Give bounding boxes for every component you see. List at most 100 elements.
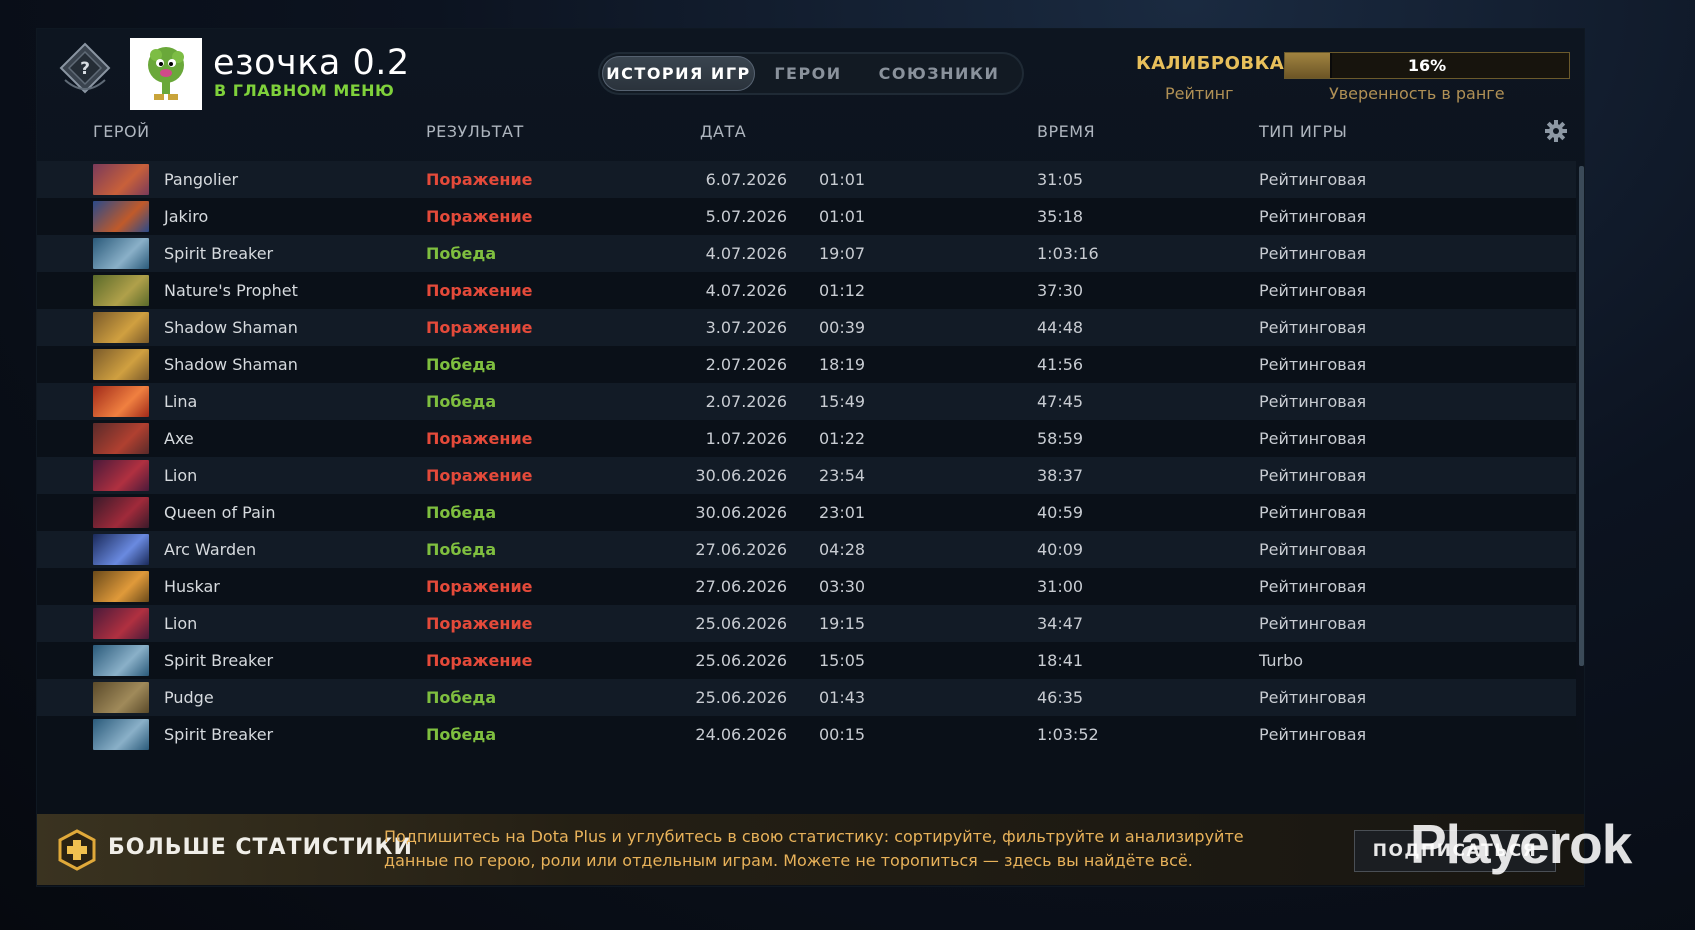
dota-plus-promo: БОЛЬШЕ СТАТИСТИКИ Подпишитесь на Dota Pl…	[37, 814, 1584, 885]
match-duration: 40:09	[1037, 540, 1084, 559]
match-result: Победа	[426, 355, 497, 374]
match-date: 5.07.2026	[705, 207, 787, 226]
column-header-mode[interactable]: ТИП ИГРЫ	[1259, 122, 1347, 141]
match-start-time: 23:01	[819, 503, 866, 522]
match-history-panel: ? езочка 0.2 В ГЛАВНОМ МЕНЮ ИСТОРИЯ ИГР …	[37, 29, 1584, 886]
table-row[interactable]: Lion Поражение 25.06.2026 19:15 34:47 Ре…	[37, 605, 1576, 642]
hero-portrait	[93, 571, 149, 602]
match-result: Поражение	[426, 577, 533, 596]
gear-icon[interactable]	[1544, 119, 1568, 143]
table-row[interactable]: Axe Поражение 1.07.2026 01:22 58:59 Рейт…	[37, 420, 1576, 457]
calibration-label: КАЛИБРОВКА	[1136, 53, 1285, 74]
hero-name: Pangolier	[164, 170, 239, 189]
column-header-hero[interactable]: ГЕРОЙ	[93, 122, 150, 141]
match-duration: 34:47	[1037, 614, 1084, 633]
match-date: 6.07.2026	[705, 170, 787, 189]
hero-portrait	[93, 608, 149, 639]
watermark: Playerok	[1410, 813, 1632, 875]
table-row[interactable]: Spirit Breaker Поражение 25.06.2026 15:0…	[37, 642, 1576, 679]
match-duration: 35:18	[1037, 207, 1084, 226]
svg-text:?: ?	[80, 59, 90, 79]
match-result: Поражение	[426, 466, 533, 485]
hero-portrait	[93, 497, 149, 528]
match-date: 4.07.2026	[705, 281, 787, 300]
match-start-time: 19:07	[819, 244, 866, 263]
hero-name: Jakiro	[164, 207, 209, 226]
match-date: 1.07.2026	[705, 429, 787, 448]
hero-name: Lion	[164, 614, 198, 633]
hero-name: Queen of Pain	[164, 503, 276, 522]
column-header-result[interactable]: РЕЗУЛЬТАТ	[426, 122, 524, 141]
table-row[interactable]: Arc Warden Победа 27.06.2026 04:28 40:09…	[37, 531, 1576, 568]
match-duration: 46:35	[1037, 688, 1084, 707]
match-result: Победа	[426, 244, 497, 263]
tab-bar: ИСТОРИЯ ИГР ГЕРОИ СОЮЗНИКИ	[598, 52, 1024, 95]
match-duration: 47:45	[1037, 392, 1084, 411]
tab-allies[interactable]: СОЮЗНИКИ	[860, 56, 1018, 91]
hero-name: Arc Warden	[164, 540, 257, 559]
match-date: 4.07.2026	[705, 244, 787, 263]
match-start-time: 01:43	[819, 688, 866, 707]
match-result: Победа	[426, 725, 497, 744]
hero-name: Lion	[164, 466, 198, 485]
hero-portrait	[93, 386, 149, 417]
table-row[interactable]: Nature's Prophet Поражение 4.07.2026 01:…	[37, 272, 1576, 309]
table-row[interactable]: Spirit Breaker Победа 24.06.2026 00:15 1…	[37, 716, 1576, 753]
match-duration: 44:48	[1037, 318, 1084, 337]
hero-portrait	[93, 460, 149, 491]
game-mode: Рейтинговая	[1259, 355, 1367, 374]
table-row[interactable]: Queen of Pain Победа 30.06.2026 23:01 40…	[37, 494, 1576, 531]
table-row[interactable]: Spirit Breaker Победа 4.07.2026 19:07 1:…	[37, 235, 1576, 272]
match-date: 3.07.2026	[705, 318, 787, 337]
hero-portrait	[93, 312, 149, 343]
tab-match-history[interactable]: ИСТОРИЯ ИГР	[602, 56, 755, 91]
match-start-time: 23:54	[819, 466, 866, 485]
scrollbar[interactable]	[1579, 166, 1584, 666]
table-header: ГЕРОЙ РЕЗУЛЬТАТ ДАТА ВРЕМЯ ТИП ИГРЫ	[37, 122, 1584, 148]
table-row[interactable]: Shadow Shaman Поражение 3.07.2026 00:39 …	[37, 309, 1576, 346]
match-result: Победа	[426, 688, 497, 707]
game-mode: Рейтинговая	[1259, 429, 1367, 448]
match-start-time: 01:01	[819, 170, 866, 189]
player-status: В ГЛАВНОМ МЕНЮ	[214, 81, 395, 100]
avatar[interactable]	[130, 38, 202, 110]
rank-unknown-icon[interactable]: ?	[55, 40, 115, 100]
hero-name: Spirit Breaker	[164, 244, 274, 263]
table-row[interactable]: Lina Победа 2.07.2026 15:49 47:45 Рейтин…	[37, 383, 1576, 420]
game-mode: Рейтинговая	[1259, 318, 1367, 337]
table-row[interactable]: Lion Поражение 30.06.2026 23:54 38:37 Ре…	[37, 457, 1576, 494]
match-start-time: 01:12	[819, 281, 866, 300]
hero-portrait	[93, 534, 149, 565]
confidence-label: Уверенность в ранге	[1329, 84, 1505, 103]
column-header-duration[interactable]: ВРЕМЯ	[1037, 122, 1095, 141]
hero-portrait	[93, 423, 149, 454]
game-mode: Рейтинговая	[1259, 688, 1367, 707]
match-start-time: 00:39	[819, 318, 866, 337]
promo-text: Подпишитесь на Dota Plus и углубитесь в …	[384, 827, 1244, 870]
rank-confidence-progress-bar: 16%	[1284, 52, 1570, 79]
match-start-time: 03:30	[819, 577, 866, 596]
match-result: Поражение	[426, 651, 533, 670]
tab-heroes[interactable]: ГЕРОИ	[758, 56, 858, 91]
table-row[interactable]: Shadow Shaman Победа 2.07.2026 18:19 41:…	[37, 346, 1576, 383]
hero-name: Nature's Prophet	[164, 281, 298, 300]
hero-portrait	[93, 682, 149, 713]
match-start-time: 15:49	[819, 392, 866, 411]
match-date: 2.07.2026	[705, 355, 787, 374]
game-mode: Рейтинговая	[1259, 170, 1367, 189]
rating-label: Рейтинг	[1165, 84, 1234, 103]
match-date: 30.06.2026	[695, 503, 787, 522]
game-mode: Рейтинговая	[1259, 207, 1367, 226]
match-date: 30.06.2026	[695, 466, 787, 485]
table-row[interactable]: Pudge Победа 25.06.2026 01:43 46:35 Рейт…	[37, 679, 1576, 716]
table-row[interactable]: Pangolier Поражение 6.07.2026 01:01 31:0…	[37, 161, 1576, 198]
match-duration: 58:59	[1037, 429, 1084, 448]
match-result: Поражение	[426, 207, 533, 226]
match-result: Поражение	[426, 318, 533, 337]
table-row[interactable]: Huskar Поражение 27.06.2026 03:30 31:00 …	[37, 568, 1576, 605]
hero-name: Pudge	[164, 688, 214, 707]
match-start-time: 00:15	[819, 725, 866, 744]
column-header-date[interactable]: ДАТА	[700, 122, 746, 141]
table-row[interactable]: Jakiro Поражение 5.07.2026 01:01 35:18 Р…	[37, 198, 1576, 235]
match-start-time: 04:28	[819, 540, 866, 559]
